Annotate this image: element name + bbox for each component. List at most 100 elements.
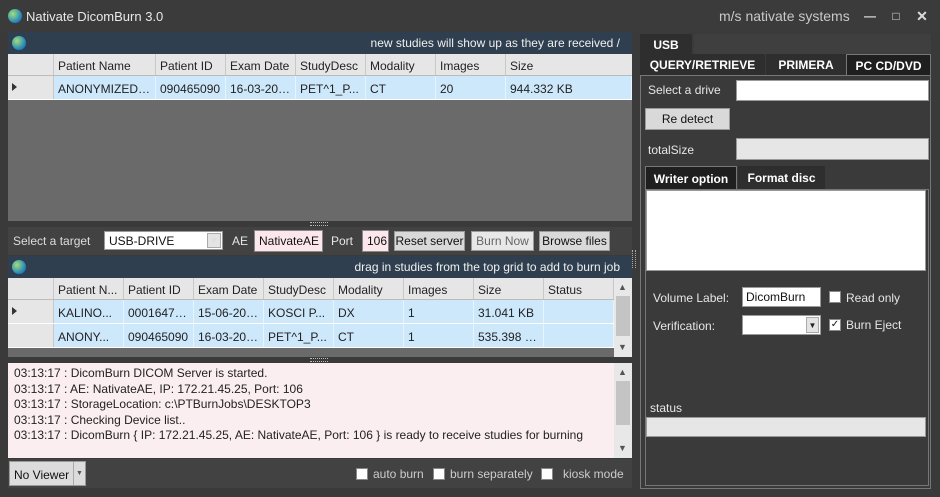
browse-files-button[interactable]: Browse files [539,231,610,251]
redetect-button[interactable]: Re detect [645,108,730,130]
kiosk-mode-checkbox[interactable] [541,468,553,480]
log-scrollbar[interactable]: ▲ ▼ [614,363,632,458]
log-lines: 03:13:17 : DicomBurn DICOM Server is sta… [14,366,610,442]
incoming-studies-grid[interactable]: Patient Name Patient ID Exam Date StudyD… [8,54,632,221]
tab-format-disc[interactable]: Format disc [738,166,825,189]
minimize-icon[interactable]: — [859,6,881,26]
col-patient-id[interactable]: Patient ID [124,278,194,299]
col-patient-name[interactable]: Patient N... [54,278,124,299]
ae-label: AE [232,234,249,248]
burn-separately-label: burn separately [450,467,533,481]
read-only-checkbox[interactable] [829,291,841,303]
drive-select[interactable] [736,80,929,101]
col-size[interactable]: Size [506,54,632,75]
splitter-grip[interactable] [310,222,328,226]
verification-select[interactable]: ▼ [742,315,821,335]
chevron-down-icon[interactable]: ▼ [806,317,819,333]
total-size-field [736,138,929,160]
cell-patient-name: ANONY... [54,324,124,347]
cell-patient-name: ANONYMIZED ... [54,76,156,99]
cell-exam-date: 15-06-2015 [194,300,264,323]
status-progress-bar [646,417,926,437]
log-panel[interactable]: 03:13:17 : DicomBurn DICOM Server is sta… [8,363,632,458]
close-icon[interactable]: ✕ [911,6,933,26]
log-line: 03:13:17 : DicomBurn DICOM Server is sta… [14,366,268,380]
scroll-down-icon[interactable]: ▼ [618,342,627,352]
target-select-value: USB-DRIVE [109,234,175,248]
table-row[interactable]: KALINO... 00016470... 15-06-2015 KOSCI P… [8,300,614,324]
target-select[interactable]: USB-DRIVE ▼ [104,231,223,250]
current-row-icon [12,83,17,91]
burn-grid-header: drag in studies from the top grid to add… [8,256,632,278]
cell-studydesc: PET^1_P... [296,76,366,99]
cell-images: 1 [404,324,474,347]
maximize-icon[interactable]: □ [885,6,907,26]
burn-separately-checkbox[interactable] [433,468,445,480]
col-exam-date[interactable]: Exam Date [194,278,264,299]
row-selector[interactable] [8,76,54,99]
volume-label-label: Volume Label: [653,291,730,305]
burn-grid-columns: Patient N... Patient ID Exam Date StudyD… [8,278,614,300]
volume-label-field[interactable]: DicomBurn [742,287,821,307]
col-studydesc[interactable]: StudyDesc [296,54,366,75]
scroll-down-icon[interactable]: ▼ [618,443,627,459]
burn-job-grid[interactable]: Patient N... Patient ID Exam Date StudyD… [8,278,632,357]
auto-burn-checkbox[interactable] [356,468,368,480]
viewer-select[interactable]: No Viewer ▼ [9,461,86,486]
cell-exam-date: 16-03-2018 [194,324,264,347]
ae-title-field[interactable]: NativateAE [254,230,323,252]
port-field[interactable]: 106 [362,230,389,252]
row-selector[interactable] [8,300,54,323]
tab-pc-cd-dvd[interactable]: PC CD/DVD [846,54,931,75]
chevron-down-icon[interactable]: ▼ [207,233,221,248]
cell-images: 1 [404,300,474,323]
table-row[interactable]: ANONYMIZED ... 090465090 16-03-2018 PET^… [8,76,632,100]
tab-strip [694,34,931,54]
tab-writer-option[interactable]: Writer option [645,166,737,189]
col-studydesc[interactable]: StudyDesc [264,278,334,299]
chevron-down-icon[interactable]: ▼ [73,462,85,485]
col-images[interactable]: Images [404,278,474,299]
select-drive-label: Select a drive [648,83,721,97]
scroll-thumb[interactable] [616,296,630,336]
burn-eject-label: Burn Eject [846,318,902,332]
col-modality[interactable]: Modality [366,54,436,75]
col-patient-id[interactable]: Patient ID [156,54,226,75]
incoming-grid-header: new studies will show up as they are rec… [8,32,632,54]
burn-grid-hint: drag in studies from the top grid to add… [354,260,621,274]
burn-eject-checkbox[interactable]: ✓ [829,319,841,331]
grid-logo-icon [12,36,26,50]
select-target-label: Select a target [13,234,91,248]
auto-burn-label: auto burn [373,467,424,481]
log-line: 03:13:17 : StorageLocation: c:\PTBurnJob… [14,397,311,411]
burn-now-button[interactable]: Burn Now [471,231,534,251]
col-status[interactable]: Status [544,278,614,299]
tab-query-retrieve[interactable]: QUERY/RETRIEVE [640,54,765,75]
burn-grid-scrollbar[interactable]: ▲ ▼ [614,278,632,357]
current-row-icon [12,307,17,315]
table-row[interactable]: ANONY... 090465090 16-03-2018 PET^1_P...… [8,324,614,348]
writer-option-page: Volume Label: DicomBurn Read only Verifi… [645,189,929,486]
col-patient-name[interactable]: Patient Name [54,54,156,75]
vertical-splitter-grip[interactable] [632,250,636,268]
company-name: m/s nativate systems [719,8,850,24]
col-size[interactable]: Size [474,278,544,299]
incoming-grid-columns: Patient Name Patient ID Exam Date StudyD… [8,54,632,76]
col-images[interactable]: Images [436,54,506,75]
col-exam-date[interactable]: Exam Date [226,54,296,75]
splitter-grip[interactable] [310,358,328,362]
cell-size: 535.398 KB [474,324,544,347]
pc-cd-dvd-page: Select a drive Re detect totalSize Write… [640,75,931,489]
tab-primera[interactable]: PRIMERA [766,54,846,75]
scroll-up-icon[interactable]: ▲ [618,282,627,292]
col-modality[interactable]: Modality [334,278,404,299]
writer-device-list[interactable] [646,190,926,271]
cell-studydesc: PET^1_P... [264,324,334,347]
reset-server-button[interactable]: Reset server [394,231,465,251]
row-header-corner [8,54,54,75]
cell-images: 20 [436,76,506,99]
bottom-toolbar: No Viewer ▼ auto burn burn separately ki… [8,459,632,488]
tab-usb[interactable]: USB [640,34,692,54]
scroll-thumb[interactable] [616,381,630,425]
row-selector[interactable] [8,324,54,347]
